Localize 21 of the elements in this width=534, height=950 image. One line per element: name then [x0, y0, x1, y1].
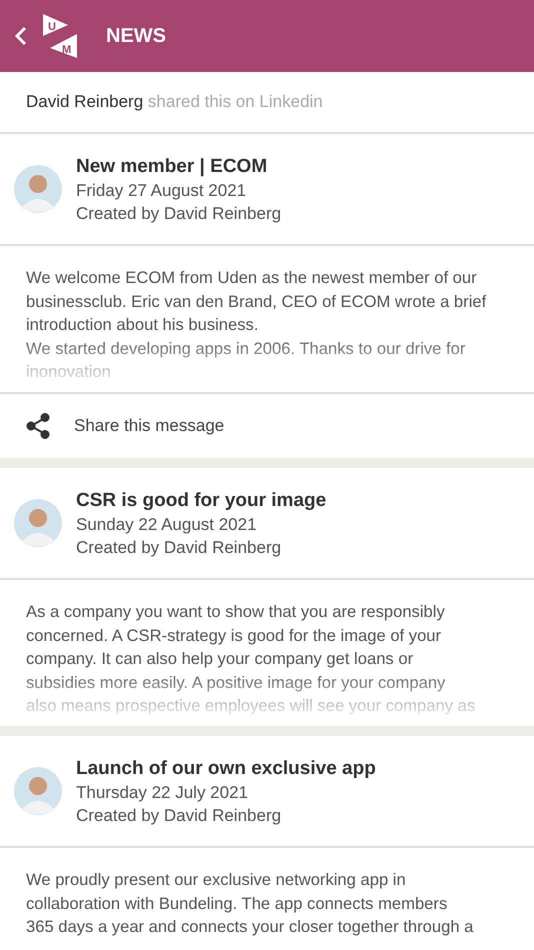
article-title[interactable]: New member | ECOM	[76, 154, 282, 178]
article-text: We welcome ECOM from Uden as the newest member of our businessclub. Eric van den Brand, CEO of ECOM wrote a brief introduction about his business. We started developing apps in 2006. Thanks to our drive for inonovation	[26, 267, 486, 383]
shared-notice: David Reinberg shared this on Linkedin	[26, 92, 323, 112]
article-date: Sunday 22 August 2021	[76, 514, 258, 536]
article-text: As a company you want to show that you are responsibly concerned. A CSR-strategy is good for the image of your company. It can also help your company get loans or subsidies more easily. A positive image for your company also means prospective employees will see your company as	[26, 601, 476, 717]
avatar-icon	[13, 164, 63, 214]
article-author: Created by David Reinberg	[76, 804, 282, 826]
avatar-icon	[13, 766, 63, 816]
share-link[interactable]: Share this message	[74, 416, 224, 436]
article-author: Created by David Reinberg	[76, 536, 282, 558]
share-icon[interactable]	[26, 413, 50, 439]
article-author: Created by David Reinberg	[76, 202, 282, 224]
article-text: We proudly present our exclusive networking app in collaboration with Bundeling. The app connects members 365 days a year and connects your closer together through a	[26, 869, 474, 938]
article-date: Thursday 22 July 2021	[76, 782, 249, 804]
logo: U M	[40, 12, 80, 60]
back-icon[interactable]	[14, 26, 28, 46]
page-title: NEWS	[106, 24, 166, 48]
article-title[interactable]: Launch of our own exclusive app	[76, 756, 376, 780]
article-date: Friday 27 August 2021	[76, 180, 248, 202]
article-title[interactable]: CSR is good for your image	[76, 488, 326, 512]
avatar-icon	[13, 498, 63, 548]
